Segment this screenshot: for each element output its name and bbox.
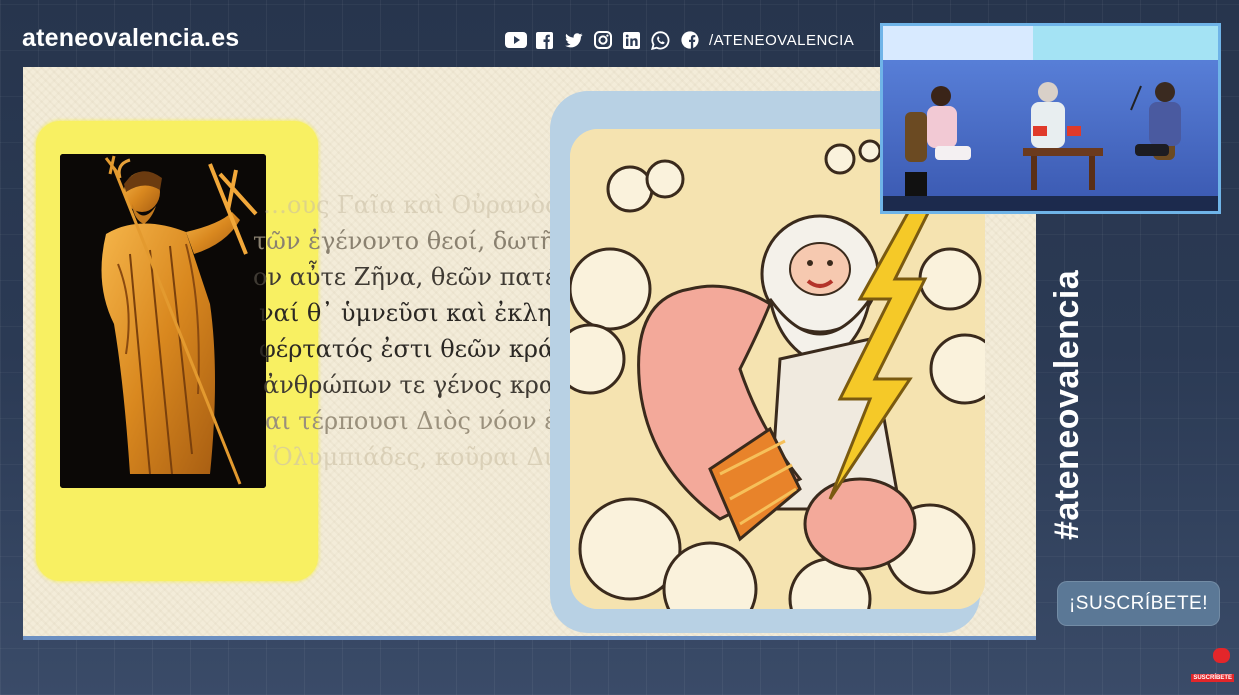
twitter-icon[interactable] [562,30,585,51]
youtube-icon [1213,648,1230,663]
facebook-round-icon[interactable] [678,30,701,51]
instagram-icon[interactable] [591,30,614,51]
subscribe-button[interactable]: ¡SUSCRÍBETE! [1057,581,1220,626]
social-bar: /ATENEOVALENCIA [504,29,854,51]
site-name[interactable]: ateneovalencia.es [22,24,239,53]
social-handle[interactable]: /ATENEOVALENCIA [709,32,854,49]
linkedin-icon[interactable] [620,30,643,51]
hashtag-vertical: #ateneovalencia [1048,270,1088,580]
subscribe-badge-label: SUSCRÍBETE [1191,674,1234,682]
hashtag-text: #ateneovalencia [1048,269,1086,540]
whatsapp-icon[interactable] [649,30,672,51]
facebook-icon[interactable] [533,30,556,51]
youtube-icon[interactable] [504,30,527,51]
youtube-subscribe-badge[interactable]: SUSCRÍBETE [1191,644,1234,688]
camera-pip-video[interactable] [880,23,1221,214]
